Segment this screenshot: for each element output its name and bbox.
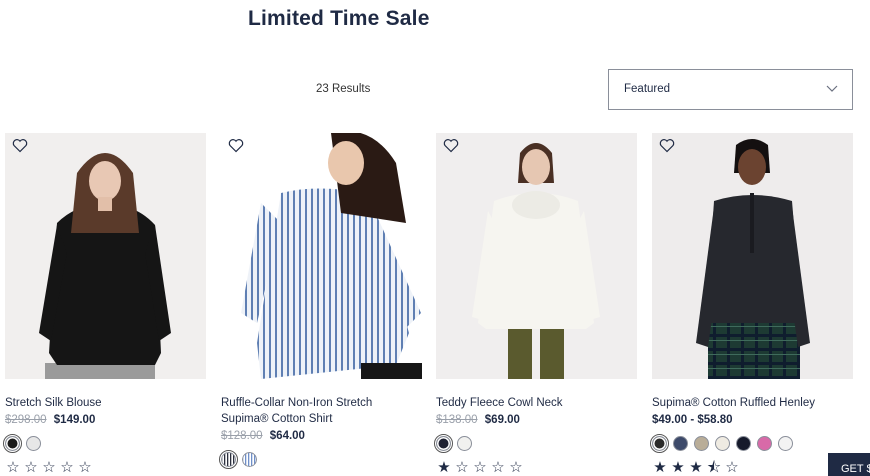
original-price: $138.00 xyxy=(436,414,478,426)
star-icon: ★ xyxy=(689,459,703,476)
product-price: $298.00 $149.00 xyxy=(5,412,206,428)
color-swatch[interactable] xyxy=(757,436,772,451)
sort-selected-value: Featured xyxy=(624,83,671,95)
sort-dropdown[interactable]: Featured xyxy=(608,69,853,110)
color-swatches xyxy=(219,450,422,469)
star-icon: ☆ xyxy=(455,459,469,476)
page-title: Limited Time Sale xyxy=(248,7,430,30)
color-swatch[interactable] xyxy=(650,434,669,453)
star-icon: ☆ xyxy=(491,459,505,476)
promo-cta-button[interactable]: GET $ xyxy=(828,453,870,476)
star-icon: ☆ xyxy=(509,459,523,476)
product-photo xyxy=(221,133,422,379)
product-name[interactable]: Ruffle-Collar Non-Iron Stretch Supima® C… xyxy=(221,395,421,427)
product-price: $49.00 - $58.80 xyxy=(652,412,853,428)
product-image[interactable] xyxy=(652,133,853,379)
product-card[interactable]: Ruffle-Collar Non-Iron Stretch Supima® C… xyxy=(219,133,422,469)
color-swatch[interactable] xyxy=(242,452,257,467)
star-icon: ⯪ xyxy=(706,459,722,476)
color-swatches xyxy=(3,434,206,453)
color-swatch[interactable] xyxy=(3,434,22,453)
product-card[interactable]: Teddy Fleece Cowl Neck $138.00 $69.00 ★ ☆… xyxy=(434,133,637,476)
star-icon: ☆ xyxy=(42,459,56,476)
rating-stars: ☆ ☆ ☆ ☆ ☆ xyxy=(5,460,206,476)
price-range: $49.00 - $58.80 xyxy=(652,414,733,426)
product-price: $138.00 $69.00 xyxy=(436,412,637,428)
star-icon: ☆ xyxy=(24,459,38,476)
star-icon: ☆ xyxy=(78,459,92,476)
product-image[interactable] xyxy=(5,133,206,379)
color-swatch[interactable] xyxy=(736,436,751,451)
color-swatch[interactable] xyxy=(457,436,472,451)
star-icon: ☆ xyxy=(60,459,74,476)
sale-price: $69.00 xyxy=(484,414,520,426)
rating-stars: ★ ☆ ☆ ☆ ☆ xyxy=(436,460,637,476)
product-name[interactable]: Stretch Silk Blouse xyxy=(5,395,205,411)
sale-price: $64.00 xyxy=(269,430,305,442)
star-icon: ☆ xyxy=(473,459,487,476)
star-icon: ★ xyxy=(653,459,667,476)
product-image[interactable] xyxy=(221,133,422,379)
product-card[interactable]: Supima® Cotton Ruffled Henley $49.00 - $… xyxy=(650,133,853,476)
wishlist-heart-icon[interactable] xyxy=(659,138,675,153)
color-swatch[interactable] xyxy=(26,436,41,451)
color-swatch[interactable] xyxy=(434,434,453,453)
product-image[interactable] xyxy=(436,133,637,379)
results-count: 23 Results xyxy=(316,83,371,95)
original-price: $128.00 xyxy=(221,430,263,442)
color-swatch[interactable] xyxy=(715,436,730,451)
color-swatch[interactable] xyxy=(219,450,238,469)
product-photo xyxy=(652,133,853,379)
original-price: $298.00 xyxy=(5,414,47,426)
chevron-down-icon xyxy=(826,85,838,92)
product-photo xyxy=(436,133,637,379)
star-icon: ★ xyxy=(437,459,451,476)
color-swatch[interactable] xyxy=(673,436,688,451)
wishlist-heart-icon[interactable] xyxy=(228,138,244,153)
wishlist-heart-icon[interactable] xyxy=(12,138,28,153)
star-icon: ☆ xyxy=(6,459,20,476)
product-price: $128.00 $64.00 xyxy=(221,428,422,444)
wishlist-heart-icon[interactable] xyxy=(443,138,459,153)
product-name[interactable]: Teddy Fleece Cowl Neck xyxy=(436,395,636,411)
star-icon: ★ xyxy=(671,459,685,476)
rating-stars: ★ ★ ★ ⯪ ☆ xyxy=(652,460,853,476)
product-card[interactable]: Stretch Silk Blouse $298.00 $149.00 ☆ ☆ ☆ ☆… xyxy=(3,133,206,476)
color-swatch[interactable] xyxy=(778,436,793,451)
product-name[interactable]: Supima® Cotton Ruffled Henley xyxy=(652,395,852,411)
color-swatch[interactable] xyxy=(694,436,709,451)
color-swatches xyxy=(434,434,637,453)
product-photo xyxy=(5,133,206,379)
color-swatches xyxy=(650,434,853,453)
sale-price: $149.00 xyxy=(53,414,96,426)
star-icon: ☆ xyxy=(725,459,739,476)
